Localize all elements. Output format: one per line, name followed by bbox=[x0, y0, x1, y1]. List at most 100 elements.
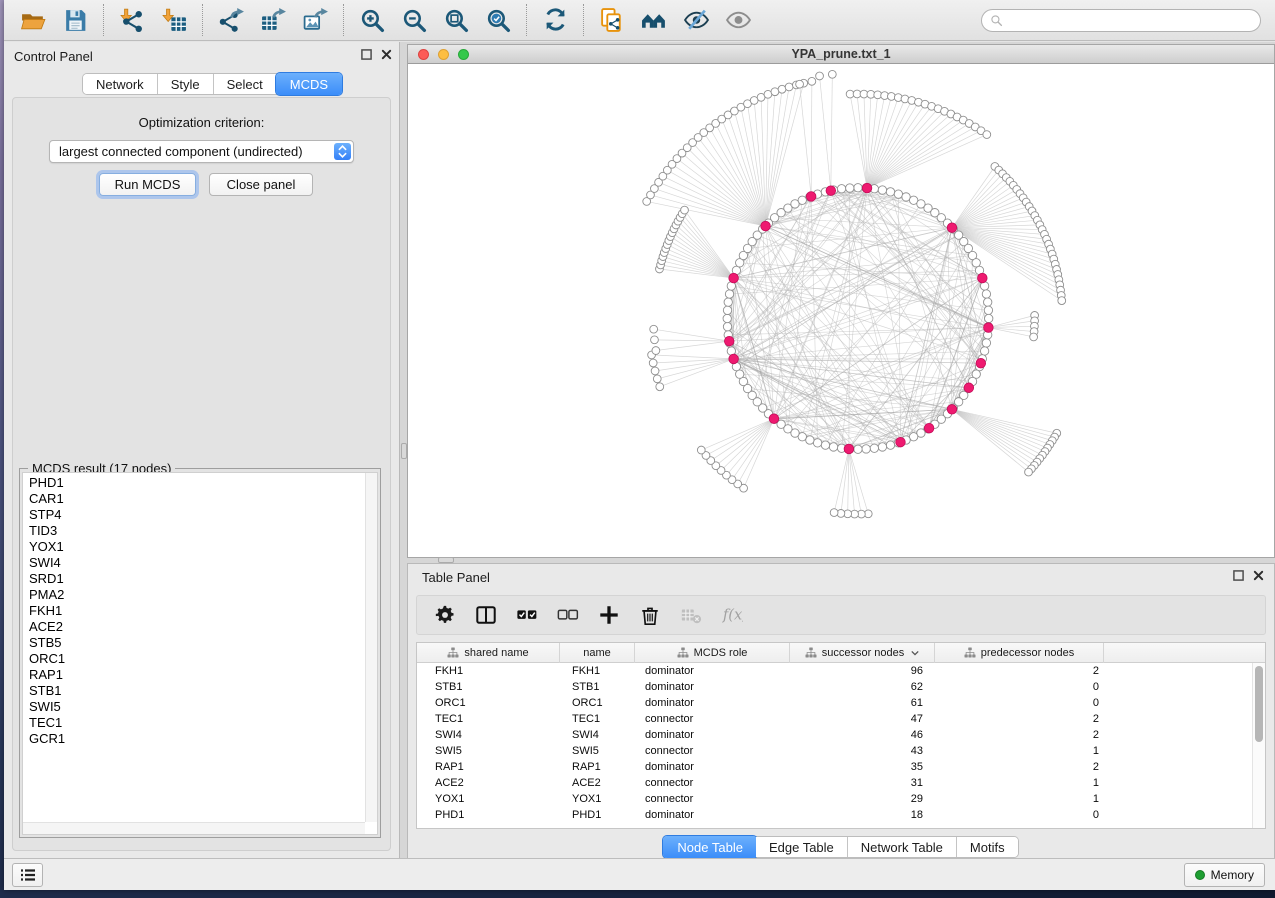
zoom-fit-icon[interactable] bbox=[439, 4, 473, 36]
tab-network[interactable]: Network bbox=[83, 74, 158, 94]
mcds-result-item[interactable]: PHD1 bbox=[23, 475, 364, 491]
refresh-icon[interactable] bbox=[538, 4, 572, 36]
network-window-titlebar[interactable]: YPA_prune.txt_1 bbox=[408, 45, 1274, 64]
table-cell: RAP1 bbox=[560, 759, 635, 775]
mcds-result-item[interactable]: YOX1 bbox=[23, 539, 364, 555]
add-row-icon[interactable] bbox=[597, 603, 621, 627]
float-panel-icon[interactable] bbox=[361, 49, 372, 60]
mcds-result-item[interactable]: SWI5 bbox=[23, 699, 364, 715]
table-row[interactable]: SWI5SWI5connector431 bbox=[417, 743, 1265, 759]
delete-row-icon[interactable] bbox=[638, 603, 662, 627]
mcds-result-item[interactable]: ORC1 bbox=[23, 651, 364, 667]
column-header-name[interactable]: name bbox=[560, 643, 635, 663]
column-header-predecessor-nodes[interactable]: predecessor nodes bbox=[935, 643, 1104, 663]
table-cell: 2 bbox=[935, 727, 1104, 743]
column-header-MCDS-role[interactable]: MCDS role bbox=[635, 643, 790, 663]
tab-node-table[interactable]: Node Table bbox=[663, 836, 757, 858]
table-cell: dominator bbox=[635, 695, 790, 711]
toolbar-separator bbox=[202, 4, 203, 36]
tab-mcds[interactable]: MCDS bbox=[276, 73, 342, 95]
table-row[interactable]: STB1STB1dominator620 bbox=[417, 679, 1265, 695]
float-table-panel-icon[interactable] bbox=[1233, 570, 1244, 581]
search-input[interactable] bbox=[1008, 13, 1252, 27]
zoom-selected-icon[interactable] bbox=[481, 4, 515, 36]
table-row[interactable]: TEC1TEC1connector472 bbox=[417, 711, 1265, 727]
zoom-in-icon[interactable] bbox=[355, 4, 389, 36]
mcds-result-item[interactable]: STB1 bbox=[23, 683, 364, 699]
run-mcds-button[interactable]: Run MCDS bbox=[99, 173, 196, 196]
table-row[interactable]: ACE2ACE2connector311 bbox=[417, 775, 1265, 791]
show-all-icon[interactable] bbox=[721, 4, 755, 36]
export-network-icon[interactable] bbox=[214, 4, 248, 36]
table-cell: STB1 bbox=[560, 679, 635, 695]
tab-select[interactable]: Select bbox=[214, 74, 277, 94]
table-row[interactable]: SWI4SWI4dominator462 bbox=[417, 727, 1265, 743]
optimization-criterion-label: Optimization criterion: bbox=[13, 115, 390, 130]
mcds-result-item[interactable]: STP4 bbox=[23, 507, 364, 523]
network-graph[interactable] bbox=[408, 64, 1274, 557]
table-cell: SWI5 bbox=[560, 743, 635, 759]
table-row[interactable]: RAP1RAP1dominator352 bbox=[417, 759, 1265, 775]
mcds-result-item[interactable]: GCR1 bbox=[23, 731, 364, 747]
split-columns-icon[interactable] bbox=[474, 603, 498, 627]
mcds-result-item[interactable]: FKH1 bbox=[23, 603, 364, 619]
copy-network-icon[interactable] bbox=[595, 4, 629, 36]
control-panel: Control Panel NetworkStyleSelectMCDS Opt… bbox=[4, 42, 400, 858]
mcds-result-item[interactable]: SWI4 bbox=[23, 555, 364, 571]
task-history-button[interactable] bbox=[12, 863, 43, 887]
network-canvas[interactable] bbox=[408, 64, 1274, 557]
search-box[interactable] bbox=[981, 9, 1261, 32]
table-cell: 2 bbox=[935, 759, 1104, 775]
tab-motifs[interactable]: Motifs bbox=[957, 837, 1018, 857]
mcds-result-item[interactable]: STB5 bbox=[23, 635, 364, 651]
table-cell: 35 bbox=[790, 759, 935, 775]
memory-button[interactable]: Memory bbox=[1184, 863, 1265, 887]
table-row[interactable]: ORC1ORC1dominator610 bbox=[417, 695, 1265, 711]
table-cell: ORC1 bbox=[417, 695, 560, 711]
settings-gear-icon[interactable] bbox=[433, 603, 457, 627]
hide-selected-icon[interactable] bbox=[679, 4, 713, 36]
horizontal-splitter-grip[interactable] bbox=[438, 557, 454, 563]
table-cell: FKH1 bbox=[417, 663, 560, 679]
save-icon[interactable] bbox=[58, 4, 92, 36]
table-cell: FKH1 bbox=[560, 663, 635, 679]
optimization-criterion-select[interactable]: largest connected component (undirected) bbox=[49, 140, 354, 163]
export-table-icon[interactable] bbox=[256, 4, 290, 36]
mcds-result-item[interactable]: TEC1 bbox=[23, 715, 364, 731]
export-image-icon[interactable] bbox=[298, 4, 332, 36]
import-network-icon[interactable] bbox=[115, 4, 149, 36]
table-row[interactable]: FKH1FKH1dominator962 bbox=[417, 663, 1265, 679]
zoom-out-icon[interactable] bbox=[397, 4, 431, 36]
unselect-all-icon[interactable] bbox=[556, 603, 580, 627]
column-header-successor-nodes[interactable]: successor nodes bbox=[790, 643, 935, 663]
table-vertical-scrollbar[interactable] bbox=[1252, 663, 1265, 828]
svg-text:f(x): f(x) bbox=[722, 607, 743, 624]
horizontal-scrollbar[interactable] bbox=[23, 822, 365, 834]
import-table-icon[interactable] bbox=[157, 4, 191, 36]
table-row[interactable]: YOX1YOX1connector291 bbox=[417, 791, 1265, 807]
tab-network-table[interactable]: Network Table bbox=[848, 837, 957, 857]
close-panel-icon[interactable] bbox=[381, 49, 392, 60]
mcds-result-list[interactable]: PHD1CAR1STP4TID3YOX1SWI4SRD1PMA2FKH1ACE2… bbox=[22, 472, 378, 835]
column-header-shared-name[interactable]: shared name bbox=[417, 643, 560, 663]
open-folder-icon[interactable] bbox=[16, 4, 50, 36]
mcds-result-item[interactable]: RAP1 bbox=[23, 667, 364, 683]
scrollbar-thumb[interactable] bbox=[1255, 666, 1263, 742]
close-table-panel-icon[interactable] bbox=[1253, 570, 1264, 581]
mcds-result-item[interactable]: PMA2 bbox=[23, 587, 364, 603]
select-all-icon[interactable] bbox=[515, 603, 539, 627]
table-cell: RAP1 bbox=[417, 759, 560, 775]
mcds-result-item[interactable]: CAR1 bbox=[23, 491, 364, 507]
tab-style[interactable]: Style bbox=[158, 74, 214, 94]
tab-edge-table[interactable]: Edge Table bbox=[756, 837, 848, 857]
mcds-result-item[interactable]: TID3 bbox=[23, 523, 364, 539]
vertical-scrollbar[interactable] bbox=[365, 473, 377, 822]
table-body: FKH1FKH1dominator962STB1STB1dominator620… bbox=[417, 663, 1265, 823]
first-neighbors-icon[interactable] bbox=[637, 4, 671, 36]
close-panel-button[interactable]: Close panel bbox=[209, 173, 313, 196]
table-cell: YOX1 bbox=[560, 791, 635, 807]
table-row[interactable]: PHD1PHD1dominator180 bbox=[417, 807, 1265, 823]
list-icon bbox=[20, 868, 36, 882]
mcds-result-item[interactable]: SRD1 bbox=[23, 571, 364, 587]
mcds-result-item[interactable]: ACE2 bbox=[23, 619, 364, 635]
